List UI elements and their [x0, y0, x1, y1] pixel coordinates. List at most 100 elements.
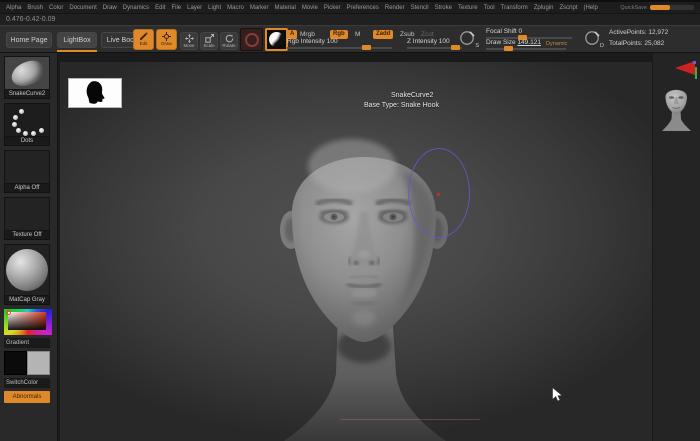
menu-picker[interactable]: Picker — [324, 5, 341, 11]
draw-size-label: Draw Size — [486, 39, 516, 46]
abnormals-button[interactable]: Abnormals — [4, 391, 50, 403]
pencil-icon — [139, 32, 148, 41]
gradient-button[interactable]: Gradient — [4, 338, 50, 348]
menu-stroke[interactable]: Stroke — [435, 5, 452, 11]
menu-macro[interactable]: Macro — [227, 5, 244, 11]
dots-item: Dots — [4, 103, 52, 146]
draw-size-handle[interactable] — [504, 46, 513, 51]
menu-zplugin[interactable]: Zplugin — [534, 5, 554, 11]
menu-render[interactable]: Render — [385, 5, 405, 11]
brush-tooltip-subtitle: Base Type: Snake Hook — [364, 102, 439, 109]
dial-s-control[interactable]: S — [459, 29, 479, 49]
scale-mode-button[interactable]: Scale — [200, 32, 218, 50]
menu-texture[interactable]: Texture — [458, 5, 478, 11]
coords-readout: 0.476-0.42-0.09 — [6, 16, 55, 23]
active-points-readout: ActivePoints: 12,972 — [609, 29, 668, 36]
secondary-color-swatch[interactable] — [27, 351, 50, 375]
dial-d-control[interactable]: D — [584, 29, 604, 49]
snakecurve2-label: SnakeCurve2 — [4, 90, 50, 99]
menu-document[interactable]: Document — [69, 5, 96, 11]
focal-shift-value: 0 — [519, 28, 523, 35]
rgb-intensity-slider[interactable]: Rgb Intensity 100 — [287, 38, 392, 51]
switch-color-button[interactable]: SwitchColor — [4, 378, 50, 388]
menu-light[interactable]: Light — [208, 5, 221, 11]
stroke-dot-icon — [31, 131, 36, 136]
menu-stencil[interactable]: Stencil — [411, 5, 429, 11]
dynamic-toggle[interactable]: Dynamic — [546, 41, 567, 47]
alpha-off-label: Alpha Off — [4, 184, 50, 193]
quicksave-group: QuickSave — [620, 5, 694, 11]
alpha-off-item: Alpha Off — [4, 150, 52, 193]
menu-edit[interactable]: Edit — [155, 5, 165, 11]
mouse-cursor-icon — [552, 387, 563, 402]
tool-preview-thumbnail[interactable] — [658, 83, 695, 131]
snakecurve2-thumbnail[interactable] — [4, 56, 50, 90]
menu-color[interactable]: Color — [49, 5, 63, 11]
menu-alpha[interactable]: Alpha — [6, 5, 21, 11]
focal-shift-label: Focal Shift — [486, 28, 517, 35]
top-shelf-toolbar: Home Page LightBox Live Boolean Edit Dra… — [0, 25, 700, 53]
move-icon — [185, 34, 194, 43]
menu-zscript[interactable]: Zscript — [559, 5, 577, 11]
rotate-mode-button[interactable]: Rotate — [220, 32, 238, 50]
stroke-dot-icon — [19, 109, 24, 114]
edit-label: Edit — [140, 42, 148, 47]
menu-file[interactable]: File — [171, 5, 181, 11]
right-tray — [652, 53, 700, 441]
edit-mode-button[interactable]: Edit — [133, 29, 154, 50]
dial-s-icon — [459, 29, 477, 47]
crosshair-icon — [162, 32, 171, 41]
dots-thumbnail[interactable] — [4, 103, 50, 137]
total-points-readout: TotalPoints: 25,082 — [609, 40, 664, 47]
left-shelf-items: SnakeCurve2 Dots Alpha Off Texture Off MatCa… — [4, 56, 52, 305]
menu-brush[interactable]: Brush — [27, 5, 43, 11]
color-picker-cursor — [6, 310, 11, 315]
matcap-sphere-icon — [6, 249, 48, 291]
axis-arrow-icon — [675, 61, 695, 75]
quicksave-progress[interactable] — [650, 5, 694, 10]
current-brush-button[interactable] — [265, 28, 288, 51]
menu-draw[interactable]: Draw — [103, 5, 117, 11]
document-canvas[interactable]: SnakeCurve2 Base Type: Snake Hook — [60, 62, 652, 441]
lightbox-button[interactable]: LightBox — [57, 32, 97, 48]
matcap-gray-thumbnail[interactable] — [4, 244, 50, 296]
menu-preferences[interactable]: Preferences — [347, 5, 379, 11]
z-intensity-label: Z Intensity — [407, 38, 437, 45]
alpha-off-thumbnail[interactable] — [4, 150, 50, 184]
stroke-preview-icon — [245, 33, 259, 47]
texture-off-thumbnail[interactable] — [4, 197, 50, 231]
home-page-button[interactable]: Home Page — [6, 32, 52, 48]
matcap-gray-label: MatCap Gray — [4, 296, 50, 305]
main-color-swatch[interactable] — [4, 351, 27, 375]
z-intensity-slider[interactable]: Z Intensity 100 — [407, 38, 462, 51]
axis-green-tick — [695, 67, 697, 79]
menubar: Alpha Brush Color Document Draw Dynamics Edit F… — [0, 2, 700, 13]
color-picker[interactable] — [4, 309, 52, 335]
menu-material[interactable]: Material — [275, 5, 296, 11]
quicksave-label: QuickSave — [620, 5, 647, 11]
menu-marker[interactable]: Marker — [250, 5, 269, 11]
menu-layer[interactable]: Layer — [187, 5, 202, 11]
color-picker-sv-square[interactable] — [8, 312, 46, 330]
move-mode-button[interactable]: Move — [180, 32, 198, 50]
color-swatches — [4, 351, 50, 375]
stroke-dot-icon — [16, 128, 21, 133]
brush-tooltip: SnakeCurve2 Base Type: Snake Hook — [364, 92, 439, 109]
menu-transform[interactable]: Transform — [501, 5, 528, 11]
move-label: Move — [183, 44, 194, 49]
snakecurve2-item: SnakeCurve2 — [4, 56, 52, 99]
menu-help[interactable]: (Help — [583, 5, 597, 11]
stroke-preview-button[interactable] — [240, 28, 263, 51]
stroke-dot-icon — [23, 131, 28, 136]
scale-icon — [205, 34, 214, 43]
menu-movie[interactable]: Movie — [302, 5, 318, 11]
draw-label: Draw — [161, 42, 172, 47]
rgb-intensity-handle[interactable] — [362, 45, 371, 50]
texture-off-label: Texture Off — [4, 231, 50, 240]
menu-tool[interactable]: Tool — [484, 5, 495, 11]
draw-mode-button[interactable]: Draw — [156, 29, 177, 50]
stroke-dot-icon — [12, 122, 17, 127]
z-intensity-value: 100 — [439, 38, 450, 45]
document-thumbnail[interactable] — [68, 78, 122, 108]
menu-dynamics[interactable]: Dynamics — [123, 5, 149, 11]
